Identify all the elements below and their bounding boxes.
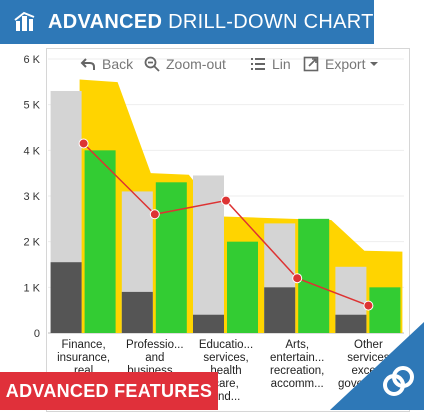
bar-part bbox=[193, 314, 224, 333]
lin-label: Lin bbox=[272, 56, 291, 72]
export-button[interactable]: Export bbox=[303, 56, 379, 72]
back-arrow-icon bbox=[80, 58, 95, 70]
corner-triangle bbox=[330, 322, 424, 410]
y-tick-label: 0 bbox=[34, 328, 40, 340]
chart-toolbar: Back Zoom-out Lin Export bbox=[46, 48, 408, 82]
line-point bbox=[292, 273, 303, 284]
x-tick-line: services, bbox=[203, 352, 248, 364]
line-point bbox=[78, 138, 89, 149]
bar-part bbox=[121, 291, 153, 333]
y-tick-label: 3 K bbox=[23, 191, 40, 203]
chevron-down-icon bbox=[370, 62, 379, 66]
x-tick-line: Finance, bbox=[62, 339, 106, 351]
corner-logo bbox=[330, 322, 424, 410]
y-tick-label: 1 K bbox=[23, 282, 40, 294]
x-tick-line: Arts, bbox=[285, 339, 309, 351]
line-point bbox=[221, 195, 231, 206]
bar-green bbox=[155, 182, 187, 333]
x-tick-label: Arts, entertain... recreation, accomm... bbox=[270, 339, 324, 390]
export-icon bbox=[303, 56, 319, 72]
x-tick-line: Educatio... bbox=[199, 339, 253, 351]
lin-button[interactable]: Lin bbox=[250, 56, 291, 72]
x-tick-line: and bbox=[145, 352, 164, 364]
bar-part bbox=[50, 262, 82, 333]
y-tick-label: 5 K bbox=[23, 100, 40, 112]
list-icon bbox=[251, 58, 265, 70]
bar-green bbox=[227, 241, 258, 333]
export-label: Export bbox=[325, 56, 366, 72]
x-tick-line: recreation, bbox=[270, 365, 324, 377]
y-tick-label: 2 K bbox=[23, 237, 40, 249]
x-tick-line: Professio... bbox=[126, 339, 184, 351]
back-label: Back bbox=[102, 56, 134, 72]
bar-green bbox=[298, 218, 330, 333]
x-tick-line: accomm... bbox=[271, 378, 324, 390]
y-tick-label: 6 K bbox=[23, 54, 40, 66]
x-tick-line: insurance, bbox=[57, 352, 110, 364]
y-tick-label: 4 K bbox=[23, 145, 40, 157]
bar-part bbox=[264, 287, 296, 333]
zoom-out-label: Zoom-out bbox=[166, 56, 226, 72]
x-tick-line: entertain... bbox=[270, 352, 324, 364]
bar-green bbox=[84, 150, 116, 333]
footer-label: ADVANCED FEATURES bbox=[5, 380, 213, 401]
advanced-features-badge: ADVANCED FEATURES bbox=[0, 372, 218, 410]
line-point bbox=[363, 300, 374, 311]
zoom-out-icon bbox=[144, 56, 160, 72]
bar-total bbox=[193, 175, 224, 333]
zoom-out-button[interactable]: Zoom-out bbox=[144, 56, 226, 72]
back-button[interactable]: Back bbox=[80, 56, 133, 72]
line-point bbox=[149, 209, 160, 220]
